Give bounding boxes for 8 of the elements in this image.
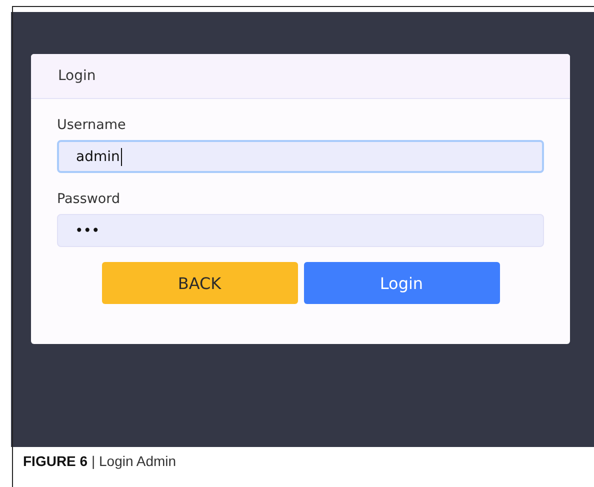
figure-caption: FIGURE 6 | Login Admin	[23, 453, 176, 469]
input-field[interactable]: admin	[57, 140, 544, 173]
back-button[interactable]: BACK	[102, 262, 298, 304]
card-title: Login	[58, 68, 96, 84]
input-field[interactable]: •••	[57, 214, 544, 247]
field-label: Password	[57, 191, 120, 207]
field-label: Username	[57, 117, 126, 133]
login-button[interactable]: Login	[304, 262, 500, 304]
